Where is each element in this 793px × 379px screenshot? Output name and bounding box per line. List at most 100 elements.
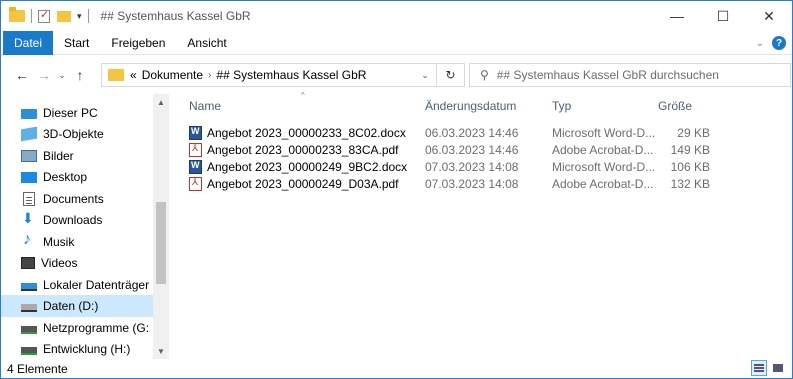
table-row[interactable]: Angebot 2023_00000249_9BC2.docx 07.03.20… — [169, 158, 769, 176]
file-type: Microsoft Word-D... — [552, 126, 656, 140]
expand-ribbon-icon[interactable]: ⌄ — [756, 38, 764, 49]
sidebar-item-label: Videos — [41, 256, 78, 270]
minimize-button[interactable]: — — [654, 1, 700, 31]
scrollbar-thumb[interactable] — [156, 202, 166, 284]
sidebar-item-label: Downloads — [43, 213, 103, 227]
videos-icon — [21, 257, 35, 269]
sidebar-item-entwicklung[interactable]: Entwicklung (H:) — [1, 338, 153, 360]
word-document-icon — [189, 126, 202, 140]
sidebar-item-label: Musik — [43, 235, 75, 249]
file-type: Adobe Acrobat-D... — [552, 177, 654, 191]
documents-icon — [23, 192, 35, 206]
desktop-icon — [21, 171, 37, 183]
sidebar-item-desktop[interactable]: Desktop — [1, 166, 153, 188]
file-size: 132 KB — [670, 177, 710, 191]
table-row[interactable]: Angebot 2023_00000249_D03A.pdf 07.03.202… — [169, 175, 769, 193]
3d-objects-icon — [21, 126, 37, 142]
back-arrow-icon[interactable]: ← — [11, 67, 33, 83]
large-icons-view-button[interactable] — [770, 360, 786, 376]
sidebar-item-label: Desktop — [43, 170, 88, 184]
sidebar-item-dieser-pc[interactable]: Dieser PC — [1, 102, 153, 124]
title-bar: ▾ ## Systemhaus Kassel GbR — ☐ ✕ — [1, 1, 792, 31]
table-row[interactable]: Angebot 2023_00000233_83CA.pdf 06.03.202… — [169, 141, 769, 159]
network-drive-icon — [21, 347, 37, 355]
file-modified: 06.03.2023 14:46 — [425, 126, 519, 140]
sidebar-item-lokaler-datentraeger[interactable]: Lokaler Datenträger — [1, 274, 153, 296]
ribbon-right: ⌄ ? — [756, 31, 786, 55]
sidebar-item-3d-objekte[interactable]: 3D-Objekte — [1, 123, 153, 145]
file-name: Angebot 2023_00000249_9BC2.docx — [207, 160, 408, 174]
file-name: Angebot 2023_00000249_D03A.pdf — [207, 177, 399, 191]
drive-icon — [21, 304, 37, 312]
column-header-name[interactable]: Name ^ — [189, 91, 404, 118]
column-header-size[interactable]: Größe — [658, 94, 728, 118]
file-name-cell[interactable]: Angebot 2023_00000233_8C02.docx — [189, 124, 406, 142]
details-view-button[interactable] — [751, 360, 767, 376]
address-bar[interactable]: « Dokumente › ## Systemhaus Kassel GbR ⌄… — [101, 63, 465, 87]
file-type: Microsoft Word-D... — [552, 160, 656, 174]
sidebar-item-label: Daten (D:) — [43, 299, 99, 313]
view-switcher — [751, 360, 786, 376]
tab-datei[interactable]: Datei — [3, 30, 54, 55]
search-box[interactable]: ⚲ — [469, 63, 791, 87]
large-icons-view-icon — [773, 364, 783, 372]
customize-toolbar-icon[interactable]: ▾ — [77, 11, 82, 22]
window-title: ## Systemhaus Kassel GbR — [100, 9, 251, 23]
tab-start[interactable]: Start — [53, 31, 100, 55]
file-name: Angebot 2023_00000233_8C02.docx — [207, 126, 406, 140]
file-modified: 07.03.2023 14:08 — [425, 160, 519, 174]
details-view-icon — [754, 364, 764, 372]
pictures-icon — [21, 150, 37, 162]
breadcrumb-current-folder[interactable]: ## Systemhaus Kassel GbR — [216, 68, 366, 82]
file-name-cell[interactable]: Angebot 2023_00000233_83CA.pdf — [189, 141, 399, 159]
tab-freigeben[interactable]: Freigeben — [100, 31, 176, 55]
column-header-label: Änderungsdatum — [425, 99, 517, 113]
file-name: Angebot 2023_00000233_83CA.pdf — [207, 143, 399, 157]
refresh-icon[interactable]: ↻ — [436, 64, 464, 86]
breadcrumb-dokumente[interactable]: Dokumente — [142, 68, 203, 82]
sidebar-item-label: Netzprogramme (G: — [43, 321, 150, 335]
search-input[interactable] — [496, 68, 777, 82]
sidebar-item-bilder[interactable]: Bilder — [1, 145, 153, 167]
navigation-bar: ← → ⌄ ↑ « Dokumente › ## Systemhaus Kass… — [1, 56, 792, 94]
address-history-icon[interactable]: ⌄ — [414, 70, 436, 81]
sidebar-item-daten-d[interactable]: Daten (D:) — [1, 295, 153, 317]
sidebar-item-label: Bilder — [43, 149, 74, 163]
status-bar: 4 Elemente — [1, 359, 792, 378]
file-type: Adobe Acrobat-D... — [552, 143, 654, 157]
music-icon — [21, 231, 37, 249]
scroll-up-icon[interactable]: ▲ — [153, 94, 169, 110]
sidebar-item-downloads[interactable]: Downloads — [1, 209, 153, 231]
tab-ansicht[interactable]: Ansicht — [176, 31, 237, 55]
sidebar-item-videos[interactable]: Videos — [1, 252, 153, 274]
network-drive-icon — [21, 326, 37, 334]
new-folder-icon[interactable] — [57, 10, 71, 22]
forward-arrow-icon[interactable]: → — [33, 67, 55, 83]
ribbon-tabs: Datei Start Freigeben Ansicht ⌄ ? — [1, 30, 792, 55]
column-header-type[interactable]: Typ — [552, 94, 652, 118]
chevron-right-icon[interactable]: › — [208, 70, 211, 81]
file-size: 29 KB — [677, 126, 710, 140]
maximize-button[interactable]: ☐ — [700, 1, 746, 31]
sidebar-item-documents[interactable]: Documents — [1, 188, 153, 210]
folder-icon[interactable] — [9, 7, 25, 22]
sidebar-item-label: 3D-Objekte — [43, 127, 104, 141]
file-name-cell[interactable]: Angebot 2023_00000249_D03A.pdf — [189, 175, 399, 193]
file-name-cell[interactable]: Angebot 2023_00000249_9BC2.docx — [189, 158, 407, 176]
properties-icon[interactable] — [38, 8, 50, 23]
close-button[interactable]: ✕ — [746, 1, 792, 31]
file-size: 149 KB — [670, 143, 710, 157]
navigation-pane-scrollbar[interactable]: ▲ ▼ — [153, 94, 169, 359]
file-modified: 07.03.2023 14:08 — [425, 177, 519, 191]
column-header-label: Größe — [658, 99, 693, 113]
help-icon[interactable]: ? — [772, 36, 786, 50]
column-header-modified[interactable]: Änderungsdatum — [425, 94, 545, 118]
table-row[interactable]: Angebot 2023_00000233_8C02.docx 06.03.20… — [169, 124, 769, 142]
sidebar-item-netzprogramme[interactable]: Netzprogramme (G: — [1, 317, 153, 339]
up-arrow-icon[interactable]: ↑ — [69, 67, 91, 83]
scroll-down-icon[interactable]: ▼ — [153, 343, 169, 359]
recent-locations-icon[interactable]: ⌄ — [55, 70, 69, 81]
breadcrumb-overflow[interactable]: « — [130, 68, 137, 82]
sidebar-item-musik[interactable]: Musik — [1, 231, 153, 253]
quick-access-toolbar: ▾ — [1, 1, 95, 31]
